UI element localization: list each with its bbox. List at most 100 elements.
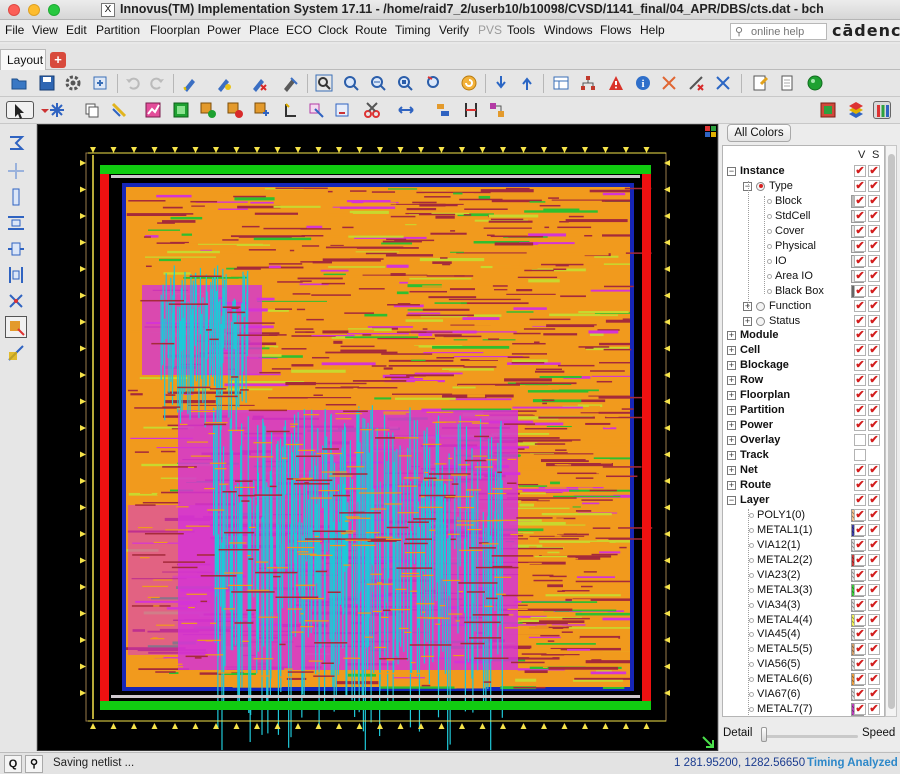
selectable-checkbox[interactable]: ✔ <box>868 434 880 447</box>
trim-icon[interactable] <box>462 101 480 119</box>
tree-row-metal2-2[interactable]: METAL2(2) ✔ ✔ <box>723 553 883 568</box>
tree-row-physical[interactable]: Physical ✔ ✔ <box>723 239 883 254</box>
visible-checkbox[interactable]: ✔ <box>854 239 866 252</box>
menu-place[interactable]: Place <box>249 23 279 37</box>
tree-row-instance[interactable]: − Instance ✔ ✔ <box>723 164 883 179</box>
wire-tool-icon[interactable] <box>110 101 128 119</box>
visible-checkbox[interactable]: ✔ <box>854 568 866 581</box>
visible-checkbox[interactable]: ✔ <box>854 553 866 566</box>
minimize-window-button[interactable] <box>28 4 40 16</box>
selectable-checkbox[interactable]: ✔ <box>868 628 880 641</box>
layer-control-icon[interactable] <box>847 101 865 119</box>
expand-icon[interactable]: + <box>727 436 736 446</box>
visible-checkbox[interactable]: ✔ <box>854 703 866 716</box>
clear-highlight-icon[interactable] <box>250 74 268 92</box>
highlight-pen-icon[interactable] <box>181 74 199 92</box>
chevron-down-icon[interactable] <box>36 101 49 119</box>
tree-row-metal7-7[interactable]: METAL7(7) ✔ ✔ <box>723 702 883 716</box>
delete-instance-icon[interactable] <box>226 101 244 119</box>
clear-markers-icon[interactable] <box>714 74 732 92</box>
tree-row-blockage[interactable]: + Blockage ✔ ✔ <box>723 358 883 373</box>
redo-icon[interactable] <box>148 74 166 92</box>
selectable-checkbox[interactable]: ✔ <box>868 254 880 267</box>
visible-checkbox[interactable]: ✔ <box>854 254 866 267</box>
visible-checkbox[interactable]: ✔ <box>854 658 866 671</box>
menu-help[interactable]: Help <box>640 23 665 37</box>
visible-checkbox[interactable]: ✔ <box>854 344 866 357</box>
visible-checkbox[interactable]: ✔ <box>854 523 866 536</box>
green-cell-icon[interactable] <box>172 101 190 119</box>
tree-row-cover[interactable]: Cover ✔ ✔ <box>723 224 883 239</box>
menu-clock[interactable]: Clock <box>318 23 348 37</box>
visible-checkbox[interactable]: ✔ <box>854 598 866 611</box>
tree-row-via23-2[interactable]: VIA23(2) ✔ ✔ <box>723 568 883 583</box>
tree-row-via67-6[interactable]: VIA67(6) ✔ ✔ <box>723 687 883 702</box>
tree-row-metal3-3[interactable]: METAL3(3) ✔ ✔ <box>723 583 883 598</box>
selectable-checkbox[interactable]: ✔ <box>868 209 880 222</box>
online-help-search[interactable]: ⚲ <box>730 23 827 40</box>
tree-row-cell[interactable]: + Cell ✔ ✔ <box>723 343 883 358</box>
tree-row-overlay[interactable]: + Overlay ✔✔ <box>723 433 883 448</box>
menu-file[interactable]: File <box>5 23 24 37</box>
menu-power[interactable]: Power <box>207 23 241 37</box>
menu-floorplan[interactable]: Floorplan <box>150 23 200 37</box>
radio-icon[interactable] <box>756 316 765 326</box>
menu-flows[interactable]: Flows <box>600 23 631 37</box>
tree-row-type[interactable]: − Type ✔ ✔ <box>723 179 883 194</box>
tree-row-io[interactable]: IO ✔ ✔ <box>723 254 883 269</box>
align-icon[interactable] <box>434 101 452 119</box>
import-icon[interactable] <box>91 74 109 92</box>
chart-tool-icon[interactable] <box>144 101 162 119</box>
menu-partition[interactable]: Partition <box>96 23 140 37</box>
visible-checkbox[interactable]: ✔ <box>854 449 866 462</box>
visible-checkbox[interactable]: ✔ <box>854 299 866 312</box>
visible-checkbox[interactable]: ✔ <box>854 284 866 297</box>
tree-row-area-io[interactable]: Area IO ✔ ✔ <box>723 269 883 284</box>
visible-checkbox[interactable]: ✔ <box>854 224 866 237</box>
move-object-icon[interactable] <box>307 101 325 119</box>
menu-tools[interactable]: Tools <box>507 23 535 37</box>
copy-icon[interactable] <box>83 101 101 119</box>
tree-row-metal5-5[interactable]: METAL5(5) ✔ ✔ <box>723 642 883 657</box>
expand-icon[interactable]: + <box>727 361 736 371</box>
align-horizontal-icon[interactable] <box>5 212 27 234</box>
visible-checkbox[interactable]: ✔ <box>854 673 866 686</box>
stretch-icon[interactable] <box>333 101 351 119</box>
align-center-icon[interactable] <box>5 238 27 260</box>
add-tab-icon[interactable]: + <box>50 52 66 68</box>
tree-row-metal4-4[interactable]: METAL4(4) ✔ ✔ <box>723 613 883 628</box>
visible-checkbox[interactable]: ✔ <box>854 359 866 372</box>
visible-checkbox[interactable]: ✔ <box>854 493 866 506</box>
expand-icon[interactable]: + <box>727 346 736 356</box>
swap-instance-icon[interactable] <box>253 101 271 119</box>
tree-row-metal6-6[interactable]: METAL6(6) ✔ ✔ <box>723 672 883 687</box>
tree-row-route[interactable]: + Route ✔ ✔ <box>723 478 883 493</box>
visible-checkbox[interactable]: ✔ <box>854 434 866 447</box>
step-icon[interactable] <box>282 101 300 119</box>
selectable-checkbox[interactable]: ✔ <box>868 673 880 686</box>
tree-row-via45-4[interactable]: VIA45(4) ✔ ✔ <box>723 627 883 642</box>
selectable-checkbox[interactable]: ✔ <box>868 568 880 581</box>
visible-checkbox[interactable]: ✔ <box>854 194 866 207</box>
radio-icon[interactable] <box>756 181 765 191</box>
close-window-button[interactable] <box>8 4 20 16</box>
tree-row-poly1-0[interactable]: POLY1(0) ✔ ✔ <box>723 508 883 523</box>
selectable-checkbox[interactable]: ✔ <box>868 643 880 656</box>
cross-tool-icon[interactable] <box>5 160 27 182</box>
selectable-checkbox[interactable]: ✔ <box>868 598 880 611</box>
route-tool-icon[interactable] <box>5 342 27 364</box>
flip-tool-icon[interactable] <box>5 132 27 154</box>
place-tool-icon[interactable] <box>5 316 27 338</box>
selectable-checkbox[interactable]: ✔ <box>868 239 880 252</box>
radio-icon[interactable] <box>756 301 765 311</box>
tree-row-layer[interactable]: − Layer ✔ ✔ <box>723 493 883 508</box>
visible-checkbox[interactable]: ✔ <box>854 583 866 596</box>
tree-row-partition[interactable]: + Partition ✔ ✔ <box>723 403 883 418</box>
visible-checkbox[interactable]: ✔ <box>854 209 866 222</box>
expand-icon[interactable]: + <box>727 466 736 475</box>
expand-icon[interactable]: + <box>727 331 736 341</box>
selectable-checkbox[interactable]: ✔ <box>868 284 880 297</box>
tree-row-power[interactable]: + Power ✔ ✔ <box>723 418 883 433</box>
ruler-tools-icon[interactable] <box>660 74 678 92</box>
tree-row-status[interactable]: + Status ✔ ✔ <box>723 314 883 329</box>
